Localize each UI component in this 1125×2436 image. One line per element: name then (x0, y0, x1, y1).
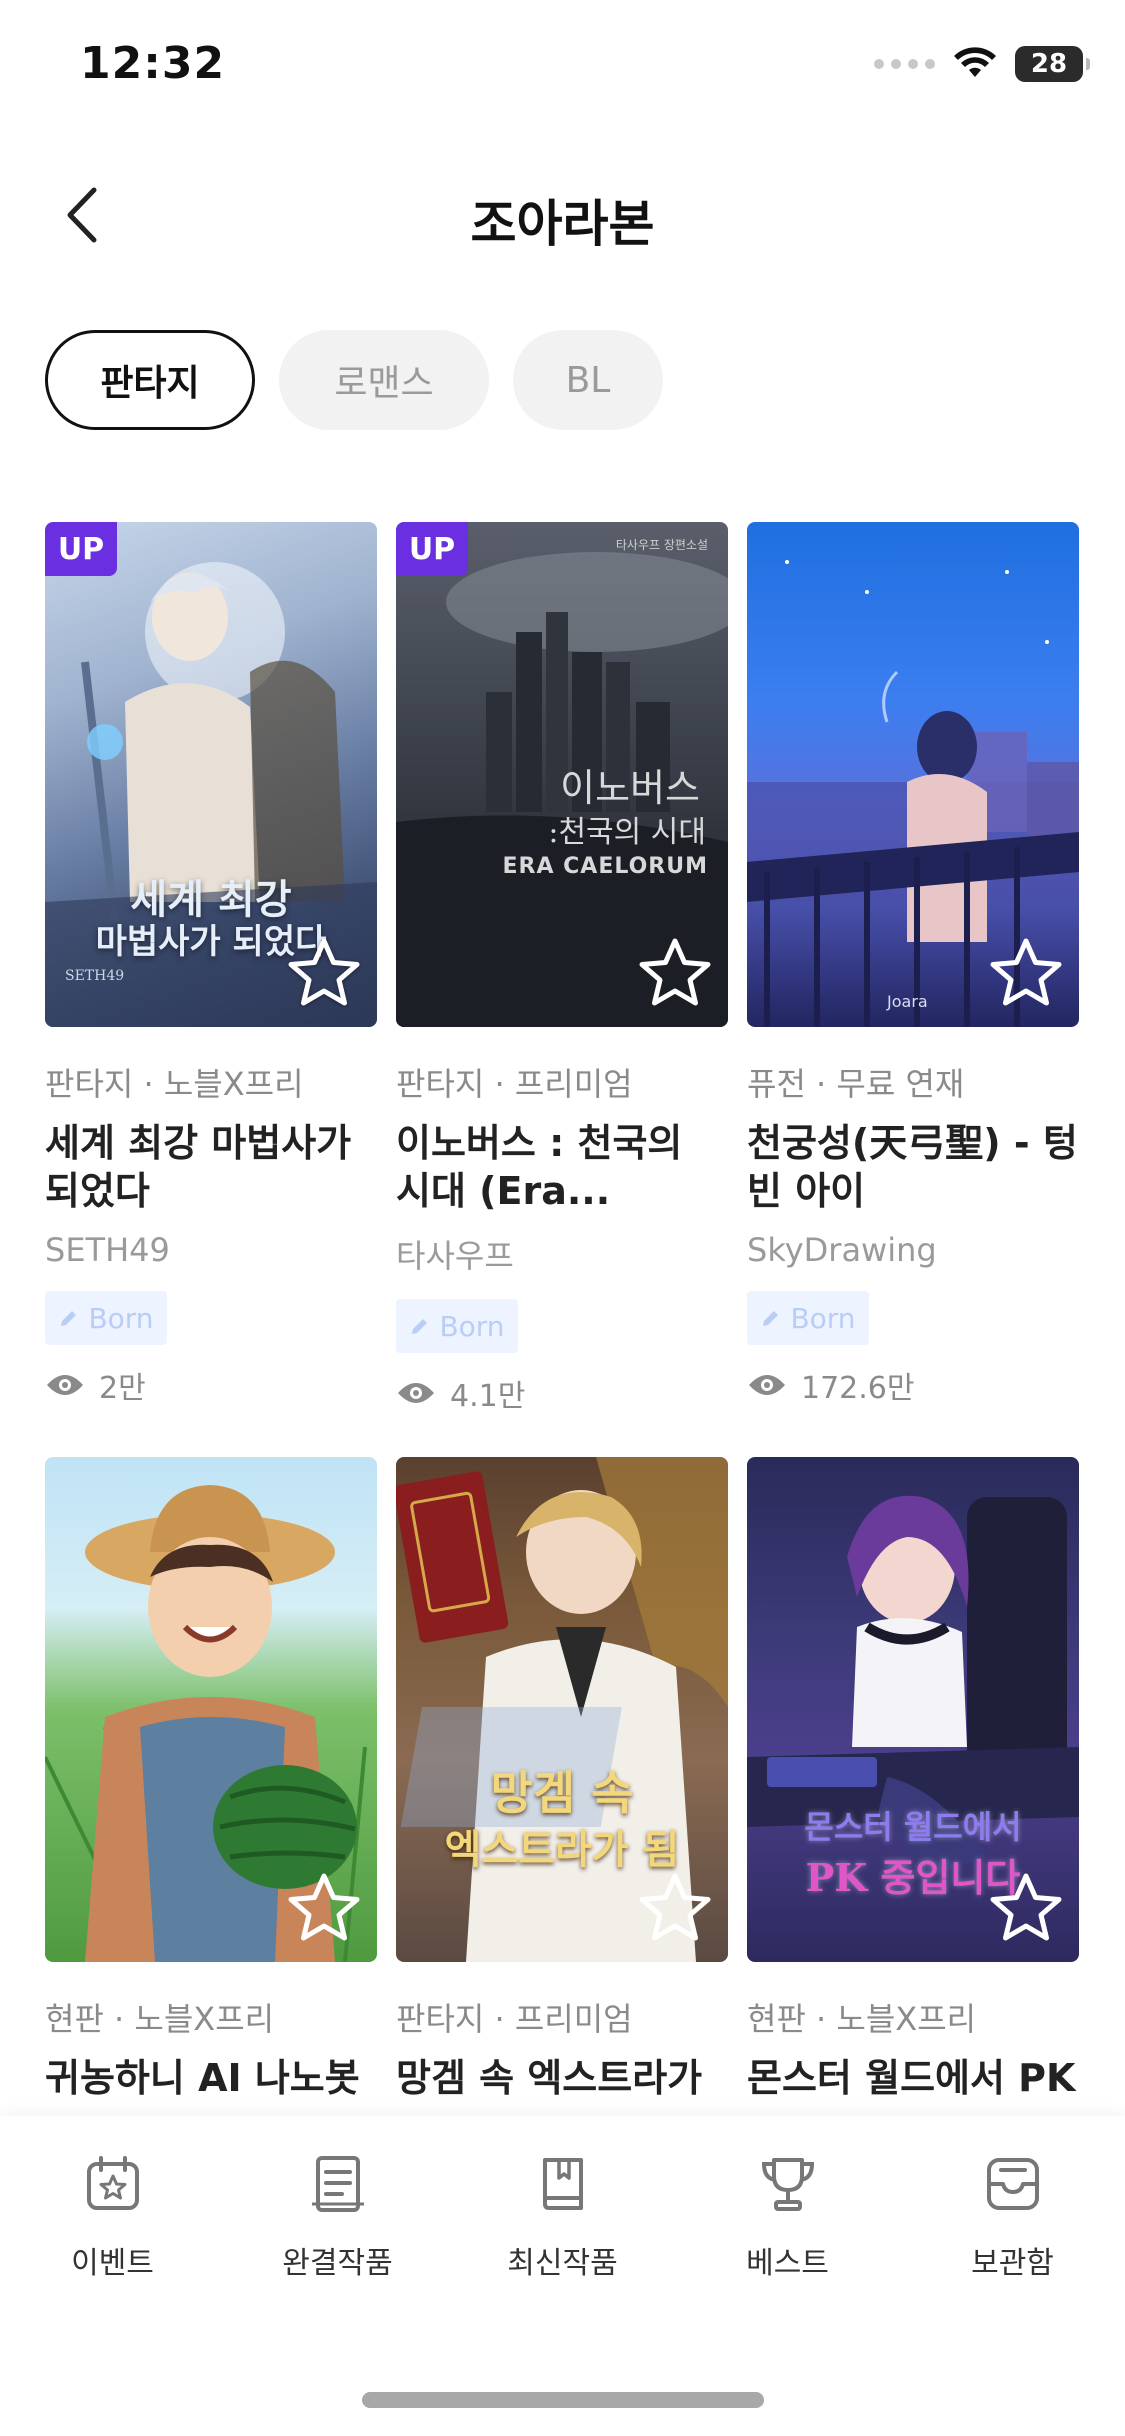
star-icon[interactable] (987, 1870, 1065, 1948)
pencil-icon (61, 1311, 77, 1326)
nav-library[interactable]: 보관함 (923, 2146, 1103, 2282)
eye-icon (749, 1375, 785, 1395)
genre-tabs: 판타지 로맨스 BL (45, 330, 663, 430)
book-author[interactable]: SETH49 (45, 1231, 377, 1269)
view-count-value: 172.6만 (801, 1371, 915, 1406)
eye-icon (47, 1375, 83, 1395)
star-icon[interactable] (987, 935, 1065, 1013)
cellular-signal-icon (874, 59, 935, 69)
pencil-icon (412, 1319, 428, 1334)
trophy-icon (761, 2158, 814, 2211)
book-author[interactable]: SkyDrawing (747, 1231, 1079, 1269)
status-time: 12:32 (80, 38, 226, 89)
document-icon (311, 2156, 364, 2212)
up-badge: UP (45, 522, 117, 576)
page-title: 조아라본 (470, 195, 655, 253)
bottom-navigation: 이벤트 완결작품 최신작품 베스트 보관함 (0, 2116, 1125, 2436)
cover-title-line: 몬스터 월드에서 (804, 1808, 1022, 1846)
born-tag: Born (747, 1291, 869, 1345)
book-card[interactable]: NOVERSE 이노버스 :천국의 시대 ERA CAELORUM 타사우프 장… (396, 522, 728, 1414)
home-indicator[interactable] (362, 2392, 764, 2408)
book-card[interactable]: 세계 최강 마법사가 되었다 SETH49 UP 판타지 · 노블X프리 세계 … (45, 522, 377, 1413)
born-tag-label: Born (439, 1309, 505, 1343)
view-count-value: 2만 (99, 1371, 146, 1406)
nav-events[interactable]: 이벤트 (23, 2146, 203, 2282)
cover-title-line: 망겜 속 (490, 1766, 634, 1820)
view-count-value: 4.1만 (450, 1379, 526, 1414)
nav-label: 베스트 (746, 2246, 829, 2281)
battery-level: 28 (1030, 49, 1068, 79)
nav-label: 이벤트 (71, 2246, 154, 2281)
status-bar: 12:32 28 (0, 0, 1125, 140)
star-icon[interactable] (285, 1870, 363, 1948)
nav-latest[interactable]: 최신작품 (473, 2146, 653, 2282)
star-icon[interactable] (285, 935, 363, 1013)
born-tag: Born (396, 1299, 518, 1353)
book-card[interactable]: Joara 퓨전 · 무료 연재 천궁성(天弓聖) - 텅 빈 아이 SkyDr… (747, 522, 1079, 1413)
up-badge: UP (396, 522, 468, 576)
book-cover[interactable]: 망겜 속 엑스트라가 됨 (396, 1457, 728, 1962)
view-count: 4.1만 (396, 1373, 728, 1414)
cover-title-line: ERA CAELORUM (502, 854, 708, 879)
book-card[interactable]: 망겜 속 엑스트라가 됨 판타지 · 프리미엄 망겜 속 엑스트라가 (396, 1457, 728, 2150)
book-card[interactable]: 몬스터 월드에서 PK 중입니다 현판 · 노블X프리 몬스터 월드에서 PK (747, 1457, 1079, 2150)
nav-best[interactable]: 베스트 (698, 2146, 878, 2282)
book-icon (542, 2158, 583, 2210)
cover-title-line: :천국의 시대 (548, 815, 706, 850)
book-genre: 현판 · 노블X프리 (747, 2000, 977, 2038)
inbox-icon (986, 2158, 1039, 2210)
book-genre: 판타지 · 프리미엄 (396, 1065, 633, 1103)
header: 조아라본 (0, 160, 1125, 270)
tab-bl[interactable]: BL (513, 330, 663, 430)
tab-romance[interactable]: 로맨스 (279, 330, 489, 430)
view-count: 172.6만 (747, 1365, 1079, 1406)
born-tag-label: Born (790, 1301, 856, 1335)
calendar-star-icon (86, 2156, 139, 2210)
book-cover[interactable] (45, 1457, 377, 1962)
book-title[interactable]: 세계 최강 마법사가 되었다 (45, 1119, 377, 1215)
book-cover[interactable]: 세계 최강 마법사가 되었다 SETH49 UP (45, 522, 377, 1027)
eye-icon (398, 1383, 434, 1403)
cover-title-line: 엑스트라가 됨 (444, 1826, 680, 1873)
book-genre: 판타지 · 프리미엄 (396, 2000, 633, 2038)
book-genre: 판타지 · 노블X프리 (45, 1065, 304, 1103)
born-tag-label: Born (88, 1301, 154, 1335)
book-genre: 현판 · 노블X프리 (45, 2000, 275, 2038)
tab-fantasy[interactable]: 판타지 (45, 330, 255, 430)
born-tag: Born (45, 1291, 167, 1345)
book-cover[interactable]: Joara (747, 522, 1079, 1027)
pencil-icon (763, 1311, 779, 1326)
book-grid: 세계 최강 마법사가 되었다 SETH49 UP 판타지 · 노블X프리 세계 … (45, 522, 1080, 2150)
book-cover[interactable]: NOVERSE 이노버스 :천국의 시대 ERA CAELORUM 타사우프 장… (396, 522, 728, 1027)
status-icons: 28 (874, 46, 1090, 82)
star-icon[interactable] (636, 1870, 714, 1948)
view-count: 2만 (45, 1365, 377, 1406)
wifi-icon (954, 47, 996, 77)
book-title[interactable]: 천궁성(天弓聖) - 텅 빈 아이 (747, 1119, 1079, 1215)
nav-label: 최신작품 (507, 2246, 618, 2281)
nav-label: 완결작품 (282, 2246, 393, 2281)
book-card[interactable]: 현판 · 노블X프리 귀농하니 AI 나노봇 (45, 1457, 377, 2150)
nav-label: 보관함 (971, 2246, 1054, 2281)
battery-indicator: 28 (1015, 46, 1090, 82)
book-genre: 퓨전 · 무료 연재 (747, 1065, 965, 1103)
star-icon[interactable] (636, 935, 714, 1013)
cover-title-line: 이노버스 (560, 766, 700, 810)
cover-credit: 타사우프 장편소설 (615, 538, 708, 552)
book-author[interactable]: 타사우프 (396, 1231, 728, 1277)
book-cover[interactable]: 몬스터 월드에서 PK 중입니다 (747, 1457, 1079, 1962)
book-title[interactable]: 이노버스 : 천국의 시대 (Era... (396, 1119, 728, 1215)
nav-completed[interactable]: 완결작품 (248, 2146, 428, 2282)
